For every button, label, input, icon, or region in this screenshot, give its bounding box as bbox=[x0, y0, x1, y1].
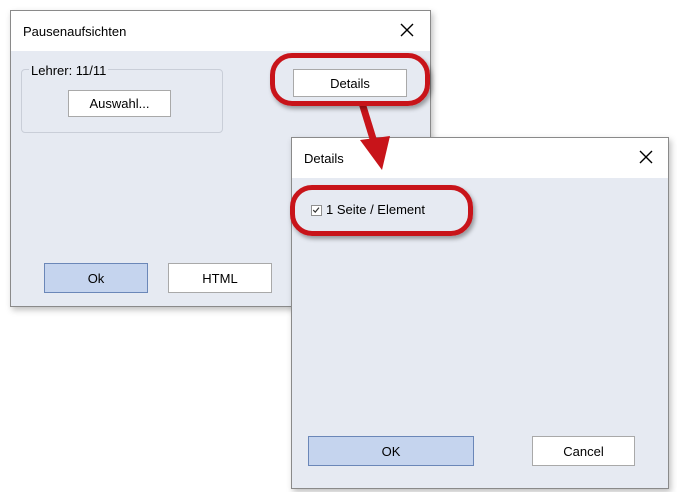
lehrer-group-label: Lehrer: 11/11 bbox=[29, 63, 109, 78]
ok-button[interactable]: OK bbox=[308, 436, 474, 466]
close-icon[interactable] bbox=[636, 147, 656, 167]
html-button[interactable]: HTML bbox=[168, 263, 272, 293]
cancel-button[interactable]: Cancel bbox=[532, 436, 635, 466]
ok-button[interactable]: Ok bbox=[44, 263, 148, 293]
pausenaufsichten-title: Pausenaufsichten bbox=[23, 24, 127, 39]
close-icon[interactable] bbox=[397, 20, 417, 40]
details-title: Details bbox=[304, 151, 344, 166]
details-titlebar: Details bbox=[292, 138, 668, 178]
details-button-highlight bbox=[270, 53, 430, 106]
auswahl-button[interactable]: Auswahl... bbox=[68, 90, 171, 117]
pausenaufsichten-titlebar: Pausenaufsichten bbox=[11, 11, 430, 51]
checkbox-highlight bbox=[290, 185, 473, 236]
